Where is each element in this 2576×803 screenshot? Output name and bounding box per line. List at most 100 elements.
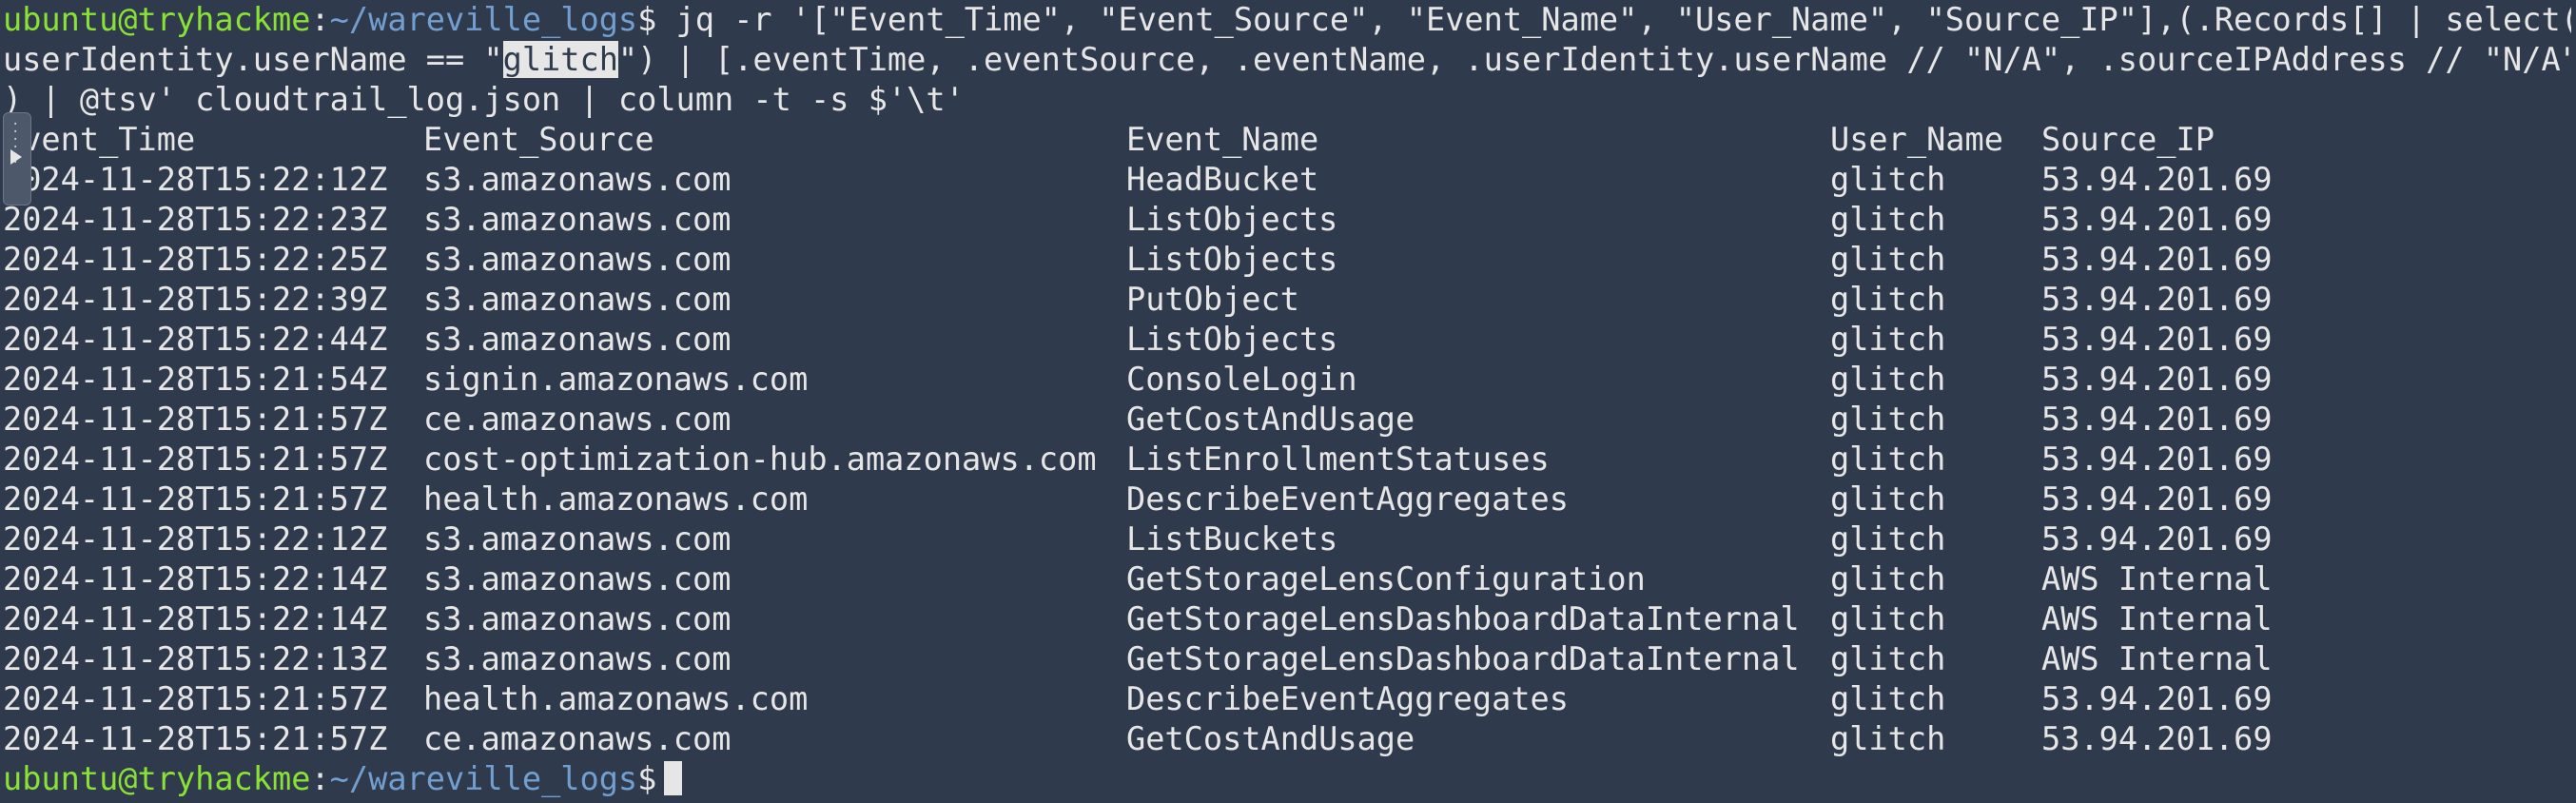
cell-event-time: 2024-11-28T15:22:14Z — [3, 600, 388, 637]
cell-source-ip: 53.94.201.69 — [2041, 321, 2273, 358]
command-line-3: ) | @tsv' cloudtrail_log.json | column -… — [3, 80, 2571, 120]
cell-user-name: glitch — [1830, 161, 1946, 198]
cell-user-name: glitch — [1830, 720, 1946, 757]
cell-event-name: ListEnrollmentStatuses — [1126, 441, 1550, 478]
cell-event-source: s3.amazonaws.com — [423, 201, 732, 238]
header-source-ip: Source_IP — [2041, 121, 2215, 158]
table-row: 2024-11-28T15:22:14Z s3.amazonaws.com GetS… — [3, 559, 2571, 599]
cell-event-name: ListObjects — [1126, 321, 1338, 358]
cell-source-ip: 53.94.201.69 — [2041, 401, 2273, 438]
cell-event-source: ce.amazonaws.com — [423, 720, 732, 757]
cell-event-time: 2024-11-28T15:21:57Z — [3, 680, 388, 717]
prompt-line[interactable]: ubuntu@tryhackme:~/wareville_logs$ — [3, 759, 2571, 799]
table-row: 2024-11-28T15:22:12Z s3.amazonaws.com List… — [3, 519, 2571, 559]
cell-source-ip: AWS Internal — [2041, 640, 2273, 677]
cell-event-source: s3.amazonaws.com — [423, 560, 732, 597]
cell-event-source: ce.amazonaws.com — [423, 401, 732, 438]
table-row: 2024-11-28T15:21:57Z cost-optimization-hu… — [3, 440, 2571, 480]
table-header-row: Event_Time Event_Source Event_Name User_… — [3, 120, 2571, 160]
cell-event-name: HeadBucket — [1126, 161, 1319, 198]
terminal-window[interactable]: ubuntu@tryhackme:~/wareville_logs$ jq -r… — [3, 0, 2571, 803]
cell-user-name: glitch — [1830, 241, 1946, 278]
cell-user-name: glitch — [1830, 520, 1946, 558]
cell-event-name: ListBuckets — [1126, 520, 1338, 558]
cell-source-ip: 53.94.201.69 — [2041, 520, 2273, 558]
cell-event-time: 2024-11-28T15:21:57Z — [3, 401, 388, 438]
cell-user-name: glitch — [1830, 441, 1946, 478]
table-row: 2024-11-28T15:21:57Z ce.amazonaws.com GetC… — [3, 400, 2571, 440]
cell-event-name: ListObjects — [1126, 241, 1338, 278]
play-icon — [10, 149, 22, 165]
selected-text-highlight[interactable]: glitch — [502, 41, 618, 78]
cell-user-name: glitch — [1830, 201, 1946, 238]
cell-event-time: 2024-11-28T15:22:12Z — [3, 520, 388, 558]
cell-user-name: glitch — [1830, 560, 1946, 597]
table-row: 2024-11-28T15:21:54Z signin.amazonaws.com… — [3, 360, 2571, 400]
cell-event-name: GetStorageLensConfiguration — [1126, 560, 1646, 597]
cell-event-time: 2024-11-28T15:22:12Z — [3, 161, 388, 198]
cell-user-name: glitch — [1830, 640, 1946, 677]
prompt-user-host: ubuntu@tryhackme — [3, 1, 311, 38]
cell-event-source: s3.amazonaws.com — [423, 640, 732, 677]
table-row: 2024-11-28T15:22:14Z s3.amazonaws.com GetS… — [3, 599, 2571, 639]
cell-source-ip: 53.94.201.69 — [2041, 161, 2273, 198]
command-text-part1: jq -r '["Event_Time", "Event_Source", "E… — [656, 1, 2571, 38]
table-row: 2024-11-28T15:22:25Z s3.amazonaws.com List… — [3, 240, 2571, 280]
cell-event-time: 2024-11-28T15:21:57Z — [3, 480, 388, 518]
cell-event-source: health.amazonaws.com — [423, 680, 809, 717]
cell-user-name: glitch — [1830, 480, 1946, 518]
prompt-symbol: $ — [637, 760, 657, 797]
cell-event-name: DescribeEventAggregates — [1126, 480, 1569, 518]
cell-event-time: 2024-11-28T15:22:44Z — [3, 321, 388, 358]
prompt-path: ~/wareville_logs — [329, 760, 638, 797]
cell-event-source: signin.amazonaws.com — [423, 361, 809, 398]
header-event-time: Event_Time — [3, 121, 196, 158]
side-panel-handle[interactable]: · · · · · · — [3, 112, 31, 206]
table-row: 2024-11-28T15:22:39Z s3.amazonaws.com PutO… — [3, 280, 2571, 320]
cell-source-ip: 53.94.201.69 — [2041, 720, 2273, 757]
cell-event-name: GetStorageLensDashboardDataInternal — [1126, 640, 1800, 677]
cell-event-source: health.amazonaws.com — [423, 480, 809, 518]
cell-event-time: 2024-11-28T15:21:57Z — [3, 441, 388, 478]
cell-source-ip: AWS Internal — [2041, 600, 2273, 637]
table-row: 2024-11-28T15:21:57Z health.amazonaws.com… — [3, 480, 2571, 519]
table-row: 2024-11-28T15:22:44Z s3.amazonaws.com List… — [3, 320, 2571, 360]
table-row: 2024-11-28T15:22:23Z s3.amazonaws.com List… — [3, 200, 2571, 240]
table-body: 2024-11-28T15:22:12Z s3.amazonaws.com Head… — [3, 160, 2571, 759]
cell-event-name: GetCostAndUsage — [1126, 401, 1415, 438]
table-row: 2024-11-28T15:21:57Z ce.amazonaws.com GetC… — [3, 719, 2571, 759]
cell-event-name: ListObjects — [1126, 201, 1338, 238]
cell-event-source: s3.amazonaws.com — [423, 520, 732, 558]
cell-event-source: s3.amazonaws.com — [423, 241, 732, 278]
cell-user-name: glitch — [1830, 321, 1946, 358]
cell-event-time: 2024-11-28T15:22:14Z — [3, 560, 388, 597]
cell-event-source: s3.amazonaws.com — [423, 161, 732, 198]
prompt-separator: : — [310, 1, 330, 38]
table-row: 2024-11-28T15:22:13Z s3.amazonaws.com GetS… — [3, 639, 2571, 679]
header-user-name: User_Name — [1830, 121, 2003, 158]
cell-event-time: 2024-11-28T15:21:57Z — [3, 720, 388, 757]
cell-user-name: glitch — [1830, 401, 1946, 438]
cell-event-time: 2024-11-28T15:21:54Z — [3, 361, 388, 398]
cell-user-name: glitch — [1830, 281, 1946, 318]
cell-event-source: s3.amazonaws.com — [423, 600, 732, 637]
cell-source-ip: 53.94.201.69 — [2041, 680, 2273, 717]
cell-event-time: 2024-11-28T15:22:25Z — [3, 241, 388, 278]
cell-event-name: DescribeEventAggregates — [1126, 680, 1569, 717]
cell-user-name: glitch — [1830, 680, 1946, 717]
cell-event-name: PutObject — [1126, 281, 1299, 318]
cell-source-ip: AWS Internal — [2041, 560, 2273, 597]
cell-event-name: GetCostAndUsage — [1126, 720, 1415, 757]
prompt-symbol: $ — [637, 1, 657, 38]
cell-event-time: 2024-11-28T15:22:13Z — [3, 640, 388, 677]
prompt-path: ~/wareville_logs — [329, 1, 638, 38]
cell-event-time: 2024-11-28T15:22:39Z — [3, 281, 388, 318]
cell-event-source: s3.amazonaws.com — [423, 321, 732, 358]
command-text-part2-before: userIdentity.userName == " — [3, 41, 503, 78]
header-event-source: Event_Source — [423, 121, 654, 158]
cell-event-time: 2024-11-28T15:22:23Z — [3, 201, 388, 238]
cell-event-name: GetStorageLensDashboardDataInternal — [1126, 600, 1800, 637]
cell-source-ip: 53.94.201.69 — [2041, 480, 2273, 518]
prompt-separator: : — [310, 760, 330, 797]
cell-user-name: glitch — [1830, 361, 1946, 398]
